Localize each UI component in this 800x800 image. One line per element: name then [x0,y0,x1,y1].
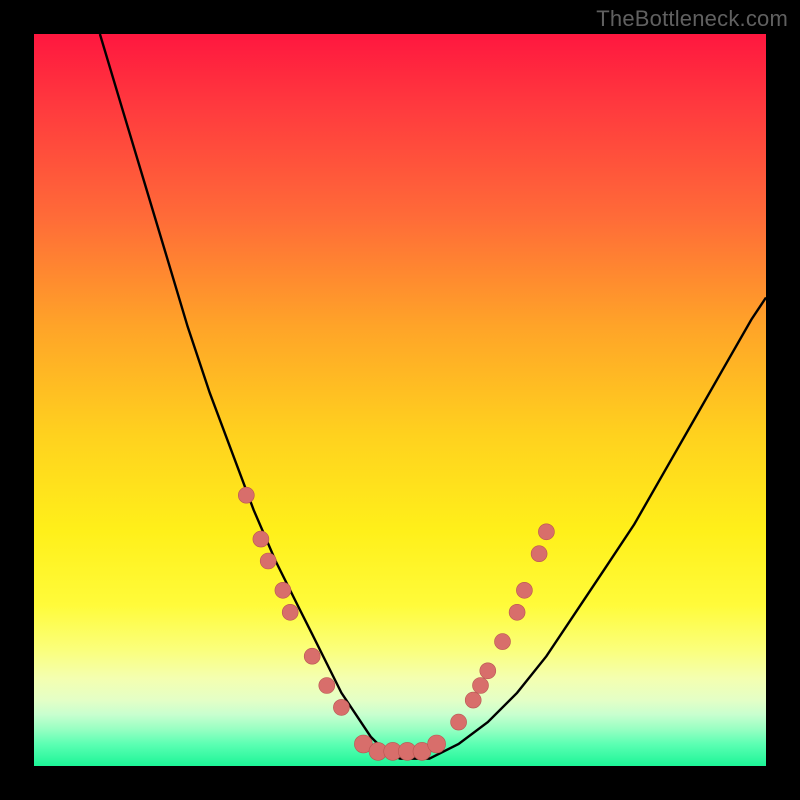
watermark-text: TheBottleneck.com [596,6,788,32]
chart-plot-area [34,34,766,766]
chart-frame: TheBottleneck.com [0,0,800,800]
